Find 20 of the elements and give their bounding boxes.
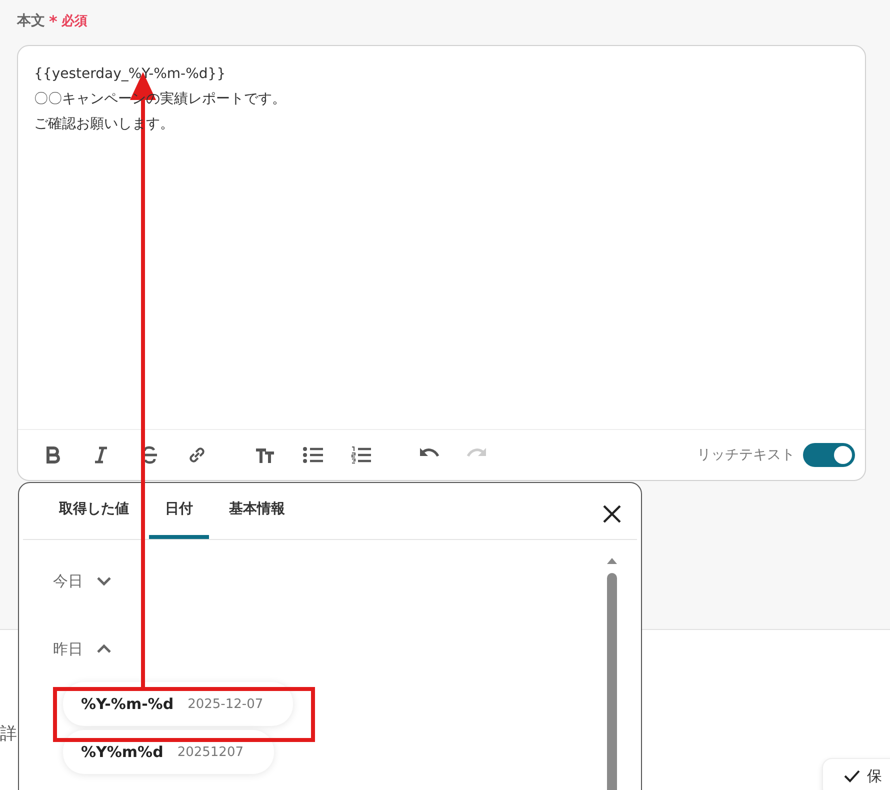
chevron-up-icon	[97, 644, 111, 654]
date-format-option[interactable]: %Y%m%d 20251207	[63, 730, 274, 774]
field-label: 本文	[17, 12, 45, 30]
date-format-option[interactable]: %Y-%m-%d 2025-12-07	[63, 682, 294, 726]
tab[interactable]: 基本情報	[213, 483, 301, 539]
group-header[interactable]: 今日	[53, 568, 111, 594]
numbered-list-icon[interactable]	[350, 444, 372, 466]
save-button[interactable]: 保	[822, 758, 890, 790]
side-text: 詳	[0, 723, 17, 745]
close-icon[interactable]	[601, 503, 623, 525]
required-mark: *	[49, 12, 58, 30]
group-header[interactable]: 昨日	[53, 636, 111, 662]
toggle-switch[interactable]	[803, 443, 855, 467]
tab[interactable]: 取得した値	[43, 483, 145, 539]
required-label: 必須	[61, 12, 88, 30]
tab[interactable]: 日付	[149, 483, 209, 539]
bullet-list-icon[interactable]	[302, 444, 324, 466]
chevron-down-icon	[97, 576, 111, 586]
rich-text-label: リッチテキスト	[697, 446, 795, 464]
text-line: {{yesterday_%Y-%m-%d}}	[34, 65, 226, 84]
